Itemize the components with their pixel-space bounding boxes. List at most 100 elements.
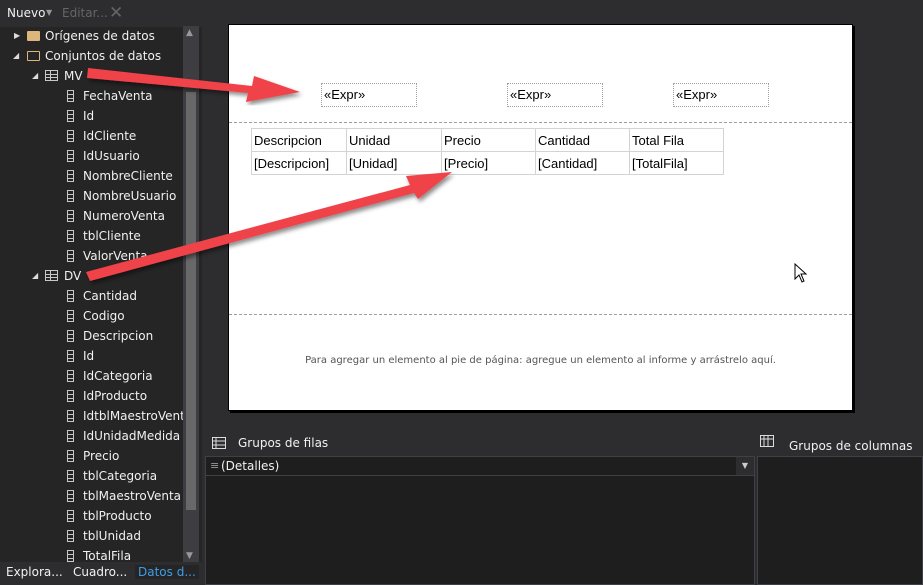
tree-item-datasets[interactable]: ◢ Conjuntos de datos [0, 46, 183, 66]
header-cell[interactable]: Cantidad [535, 128, 630, 152]
expand-arrow-icon[interactable]: ▶ [14, 26, 20, 46]
tree-item-label: tblMaestroVenta [83, 489, 182, 503]
header-cell[interactable]: Unidad [346, 128, 442, 152]
tab-report-data[interactable]: Datos d... [135, 565, 199, 579]
detail-cell[interactable]: [Unidad] [346, 151, 442, 175]
tree-item-field[interactable]: IdUnidadMedida [0, 426, 183, 446]
tree-item-field[interactable]: ValorVenta [0, 246, 183, 266]
footer-hint-text: Para agregar un elemento al pie de págin… [305, 355, 776, 366]
tree-item-field[interactable]: IdCategoria [0, 366, 183, 386]
tree-item-label: tblProducto [83, 509, 152, 523]
field-icon [67, 170, 74, 182]
tree-item-field[interactable]: Cantidad [0, 286, 183, 306]
tree-item-field[interactable]: Descripcion [0, 326, 183, 346]
report-page[interactable]: «Expr» «Expr» «Expr» Descripcion Unidad … [228, 24, 853, 411]
tree-item-field[interactable]: Id [0, 346, 183, 366]
grip-icon: ≡ [210, 459, 220, 472]
tree-item-field[interactable]: tblUnidad [0, 526, 183, 546]
tree-item-field[interactable]: IdUsuario [0, 146, 183, 166]
tree-item-label: Cantidad [83, 289, 137, 303]
field-icon [67, 210, 74, 222]
tree-item-field[interactable]: IdCliente [0, 126, 183, 146]
tab-toolbox[interactable]: Cuadro... [73, 565, 127, 579]
tree-item-label: Conjuntos de datos [45, 49, 162, 63]
tree-item-field[interactable]: Id [0, 106, 183, 126]
tree-item-field[interactable]: tblMaestroVenta [0, 486, 183, 506]
edit-button[interactable]: Editar... [62, 6, 108, 20]
field-icon [67, 310, 74, 322]
field-icon [67, 410, 74, 422]
header-textbox-2[interactable]: «Expr» [507, 83, 603, 107]
scrollbar-thumb[interactable] [186, 92, 196, 510]
header-cell[interactable]: Precio [441, 128, 536, 152]
tree-item-label: IdCliente [83, 129, 137, 143]
dropdown-arrow-icon[interactable]: ▼ [736, 457, 754, 475]
scroll-down-icon[interactable]: ▼ [186, 551, 193, 561]
field-icon [67, 150, 74, 162]
tab-solution-explorer[interactable]: Explora... [6, 565, 63, 579]
field-icon [67, 550, 74, 562]
tree-item-label: Codigo [83, 309, 125, 323]
tree-item-label: Descripcion [83, 329, 154, 343]
group-item-details[interactable]: ≡ (Detalles) ▼ [206, 457, 754, 476]
tree-item-label: Orígenes de datos [45, 29, 155, 43]
header-textbox-3[interactable]: «Expr» [673, 83, 769, 107]
collapse-arrow-icon[interactable]: ◢ [32, 266, 38, 286]
report-data-tree: ▶ Orígenes de datos ◢ Conjuntos de datos… [0, 26, 183, 563]
tree-item-label: tblCategoria [83, 469, 158, 483]
scroll-up-icon[interactable]: ▲ [186, 28, 193, 38]
new-button[interactable]: Nuevo [7, 6, 45, 20]
details-tablix[interactable]: Descripcion Unidad Precio Cantidad Total… [251, 128, 724, 175]
tree-item-label: NombreUsuario [83, 189, 177, 203]
body-footer-separator[interactable] [229, 314, 852, 315]
panel-tabs: Explora... Cuadro... Datos d... [0, 562, 202, 585]
tree-item-field[interactable]: Codigo [0, 306, 183, 326]
collapse-arrow-icon[interactable]: ◢ [13, 46, 19, 66]
table-detail-row: [Descripcion] [Unidad] [Precio] [Cantida… [251, 151, 724, 175]
tree-item-label: IdUsuario [83, 149, 140, 163]
tree-item-label: DV [64, 269, 82, 283]
tree-item-field[interactable]: NumeroVenta [0, 206, 183, 226]
delete-icon[interactable]: ✕ [109, 3, 123, 23]
header-body-separator[interactable] [229, 122, 852, 123]
new-dropdown-caret-icon[interactable]: ▼ [46, 8, 52, 17]
column-groups-list[interactable] [757, 456, 923, 585]
header-cell[interactable]: Descripcion [251, 128, 347, 152]
collapse-arrow-icon[interactable]: ◢ [32, 66, 38, 86]
detail-cell[interactable]: [Descripcion] [251, 151, 347, 175]
field-icon [67, 390, 74, 402]
tree-item-field[interactable]: tblCategoria [0, 466, 183, 486]
tree-item-field[interactable]: NombreUsuario [0, 186, 183, 206]
tree-item-label: NumeroVenta [83, 209, 165, 223]
tree-item-field[interactable]: FechaVenta [0, 86, 183, 106]
field-icon [67, 490, 74, 502]
tree-item-field[interactable]: Precio [0, 446, 183, 466]
detail-cell[interactable]: [TotalFila] [629, 151, 724, 175]
field-icon [67, 290, 74, 302]
field-icon [67, 470, 74, 482]
report-data-panel: Nuevo ▼ Editar... ✕ ▶ Orígenes de datos … [0, 0, 202, 585]
tree-item-field[interactable]: tblCliente [0, 226, 183, 246]
tree-item-dataset-mv[interactable]: ◢ MV [0, 66, 183, 86]
header-cell[interactable]: Total Fila [629, 128, 724, 152]
detail-cell[interactable]: [Precio] [441, 151, 536, 175]
dataset-table-icon [45, 270, 58, 281]
tree-item-field[interactable]: TotalFila [0, 546, 183, 563]
tree-item-dataset-dv[interactable]: ◢ DV [0, 266, 183, 286]
tree-item-field[interactable]: IdtblMaestroVenta [0, 406, 183, 426]
column-groups-title: Grupos de columnas [789, 439, 913, 453]
detail-cell[interactable]: [Cantidad] [535, 151, 630, 175]
tree-scrollbar[interactable]: ▲ ▼ [183, 26, 199, 563]
field-icon [67, 450, 74, 462]
tree-item-data-sources[interactable]: ▶ Orígenes de datos [0, 26, 183, 46]
field-icon [67, 430, 74, 442]
tree-item-label: NombreCliente [83, 169, 173, 183]
tree-item-label: Id [83, 109, 95, 123]
tree-item-field[interactable]: tblProducto [0, 506, 183, 526]
header-textbox-1[interactable]: «Expr» [321, 83, 417, 107]
field-icon [67, 250, 74, 262]
tree-item-field[interactable]: NombreCliente [0, 166, 183, 186]
row-groups-list[interactable]: ≡ (Detalles) ▼ [205, 456, 755, 585]
group-item-label: (Detalles) [221, 459, 280, 473]
tree-item-field[interactable]: IdProducto [0, 386, 183, 406]
